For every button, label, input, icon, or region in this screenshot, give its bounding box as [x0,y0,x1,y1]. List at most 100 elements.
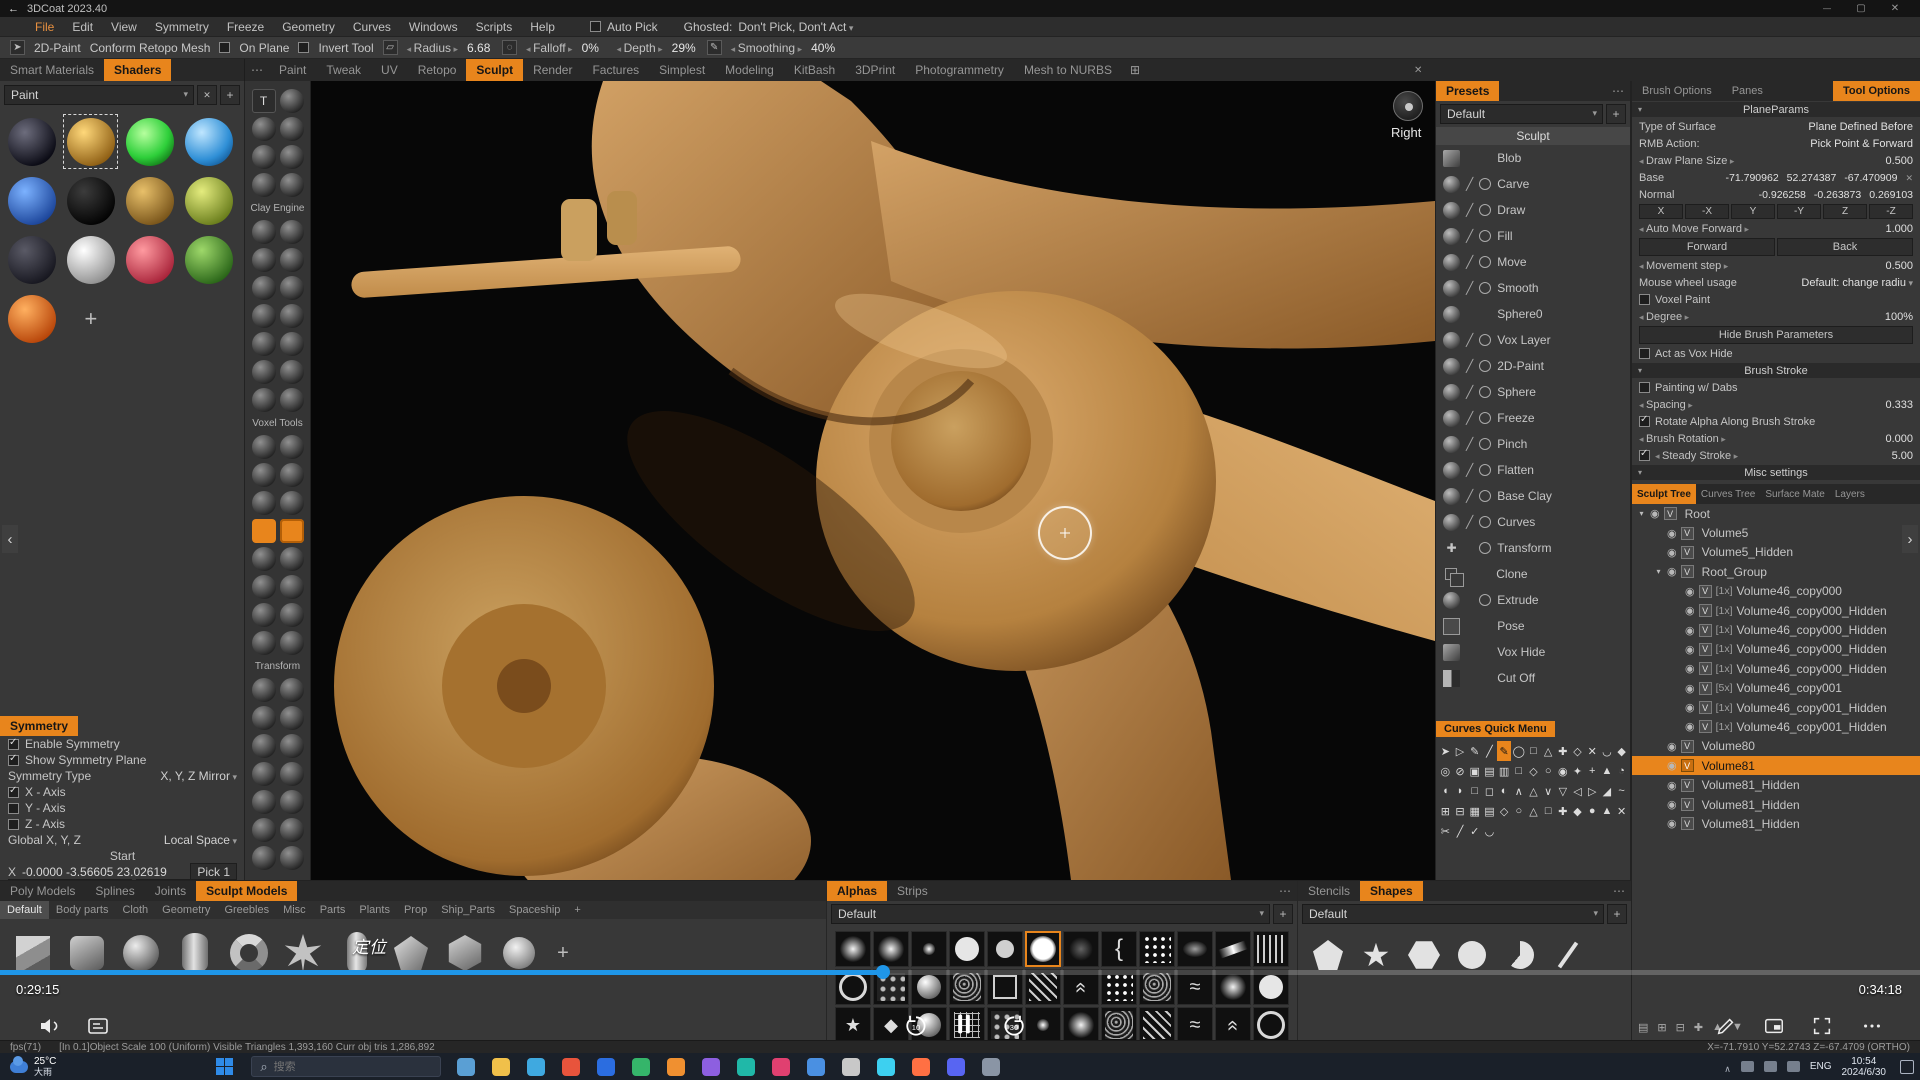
brush-rotation-value[interactable]: 0.000 [1885,433,1913,445]
sculpt-tool-icon[interactable] [252,145,276,169]
viewport-3d[interactable]: Right [311,81,1435,880]
workspace-tab[interactable]: Tweak [316,59,371,81]
preset-item[interactable]: Carve [1436,171,1630,197]
sculpt-model-3d-view[interactable] [311,81,1435,880]
taskbar-app-icon[interactable] [947,1058,965,1076]
radius-stepper[interactable]: Radius [407,41,458,55]
curve-tool-icon[interactable]: □ [1541,801,1556,821]
axis-button[interactable]: -X [1685,204,1729,219]
alpha-thumb[interactable] [1215,931,1251,967]
tree-tab[interactable]: Curves Tree [1696,484,1760,504]
draw-plane-size-stepper[interactable]: Draw Plane Size [1639,155,1734,167]
transform-tool-icon[interactable] [252,678,276,702]
layout-grid-icon[interactable] [1122,59,1148,81]
models-tab[interactable]: Sculpt Models [196,881,297,901]
preset-item[interactable]: Pinch [1436,431,1630,457]
language-indicator[interactable]: ENG [1810,1061,1832,1072]
taskbar-app-icon[interactable] [632,1058,650,1076]
voxel-tool-icon[interactable] [280,435,304,459]
curve-tool-icon[interactable]: □ [1526,741,1541,761]
sculpt-tool-icon[interactable] [252,173,276,197]
voxel-tool-icon[interactable] [280,491,304,515]
shader-ball[interactable] [2,112,61,171]
taskbar-app-icon[interactable] [842,1058,860,1076]
curve-tool-icon[interactable]: ▣ [1467,761,1482,781]
alpha-thumb[interactable] [1253,931,1289,967]
radius-value[interactable]: 6.68 [467,41,493,55]
curve-tool-icon[interactable]: ◎ [1438,761,1453,781]
voxel-tool-icon[interactable] [252,631,276,655]
voxel-tool-icon[interactable] [280,463,304,487]
curve-tool-icon[interactable]: ▲ [1600,801,1615,821]
tool-options-tab[interactable]: Tool Options [1833,81,1920,101]
auto-move-forward-value[interactable]: 1.000 [1885,223,1913,235]
visibility-eye-icon[interactable] [1667,779,1677,792]
falloff-icon[interactable] [502,40,517,55]
view-navigation-gizmo[interactable] [1393,91,1423,121]
left-panel-tab[interactable]: Shaders [104,59,171,81]
pause-button[interactable] [950,1010,978,1038]
base-y-field[interactable]: 52.274387 [1787,172,1837,184]
curve-tool-icon[interactable]: ◁ [1570,781,1585,801]
taskbar-app-icon[interactable] [457,1058,475,1076]
alpha-thumb[interactable] [1177,1007,1213,1043]
collapse-left-panel-arrow[interactable]: ‹ [2,525,18,553]
curve-tool-icon[interactable]: □ [1511,761,1526,781]
base-z-field[interactable]: -67.470909 [1844,172,1897,184]
curve-tool-icon[interactable]: ➤ [1438,741,1453,761]
alpha-thumb[interactable] [1101,931,1137,967]
clay-tool-icon[interactable] [280,220,304,244]
voxel-paint-checkbox[interactable] [1639,294,1650,305]
tree-item[interactable]: V Volume81_Hidden [1632,795,1920,814]
curve-tool-icon[interactable]: ◐ [1497,781,1512,801]
menu-item[interactable]: Edit [63,20,102,34]
conform-retopo-button[interactable]: Conform Retopo Mesh [90,41,211,55]
curve-tool-icon[interactable]: △ [1526,801,1541,821]
curve-tool-icon[interactable]: ⊞ [1438,801,1453,821]
curve-tool-icon[interactable]: ◻ [1482,781,1497,801]
tree-action-icon[interactable]: ▤ [1638,1021,1648,1034]
menu-item[interactable]: Help [521,20,564,34]
shader-category-dropdown[interactable]: Paint [4,85,194,105]
menu-item[interactable]: View [102,20,146,34]
models-tab[interactable]: Splines [85,881,144,901]
on-plane-checkbox[interactable] [219,42,230,53]
rewind-10-button[interactable]: 10 [902,1012,930,1040]
voxel-tool-icon[interactable] [280,519,304,543]
curve-tool-icon[interactable]: ▷ [1585,781,1600,801]
preset-item[interactable]: 2D-Paint [1436,353,1630,379]
clay-tool-icon[interactable] [280,276,304,300]
workspace-tab[interactable]: Retopo [408,59,467,81]
workspace-tab[interactable]: 3DPrint [845,59,905,81]
clay-tool-icon[interactable] [252,332,276,356]
base-x-field[interactable]: -71.790962 [1726,172,1779,184]
tree-item[interactable]: ▾ V Root_Group [1632,562,1920,581]
curve-tool-icon[interactable]: ◆ [1570,801,1585,821]
workspace-tab[interactable]: Photogrammetry [905,59,1014,81]
add-preset-button[interactable]: + [1606,104,1626,124]
curve-tool-icon[interactable]: ◡ [1482,821,1497,841]
curve-tool-icon[interactable]: ∨ [1541,781,1556,801]
models-tab[interactable]: Poly Models [0,881,85,901]
voxel-tool-icon[interactable] [280,603,304,627]
curve-tool-icon[interactable]: ◗ [1453,781,1468,801]
tree-item[interactable]: V [1x] Volume46_copy001_Hidden [1632,717,1920,736]
search-input[interactable] [274,1061,414,1073]
tree-item[interactable]: V Volume5 [1632,523,1920,542]
degree-value[interactable]: 100% [1885,311,1913,323]
presets-menu-icon[interactable] [1606,81,1630,101]
clay-tool-icon[interactable] [280,304,304,328]
model-category-tab[interactable]: Greebles [217,901,276,919]
network-icon[interactable] [1741,1061,1754,1072]
transform-tool-icon[interactable] [252,734,276,758]
preset-item[interactable]: Fill [1436,223,1630,249]
model-category-tab[interactable]: Plants [352,901,397,919]
ghosted-mode-dropdown[interactable]: Don't Pick, Don't Act [738,20,853,34]
tree-item[interactable]: V [1x] Volume46_copy000 [1632,582,1920,601]
model-category-tab[interactable]: Spaceship [502,901,567,919]
shader-ball[interactable] [61,230,120,289]
tree-item[interactable]: V Volume81 [1632,756,1920,775]
menu-item[interactable]: Geometry [273,20,344,34]
expander-icon[interactable]: ▾ [1637,509,1646,518]
pick-tool-icon[interactable] [10,40,25,55]
